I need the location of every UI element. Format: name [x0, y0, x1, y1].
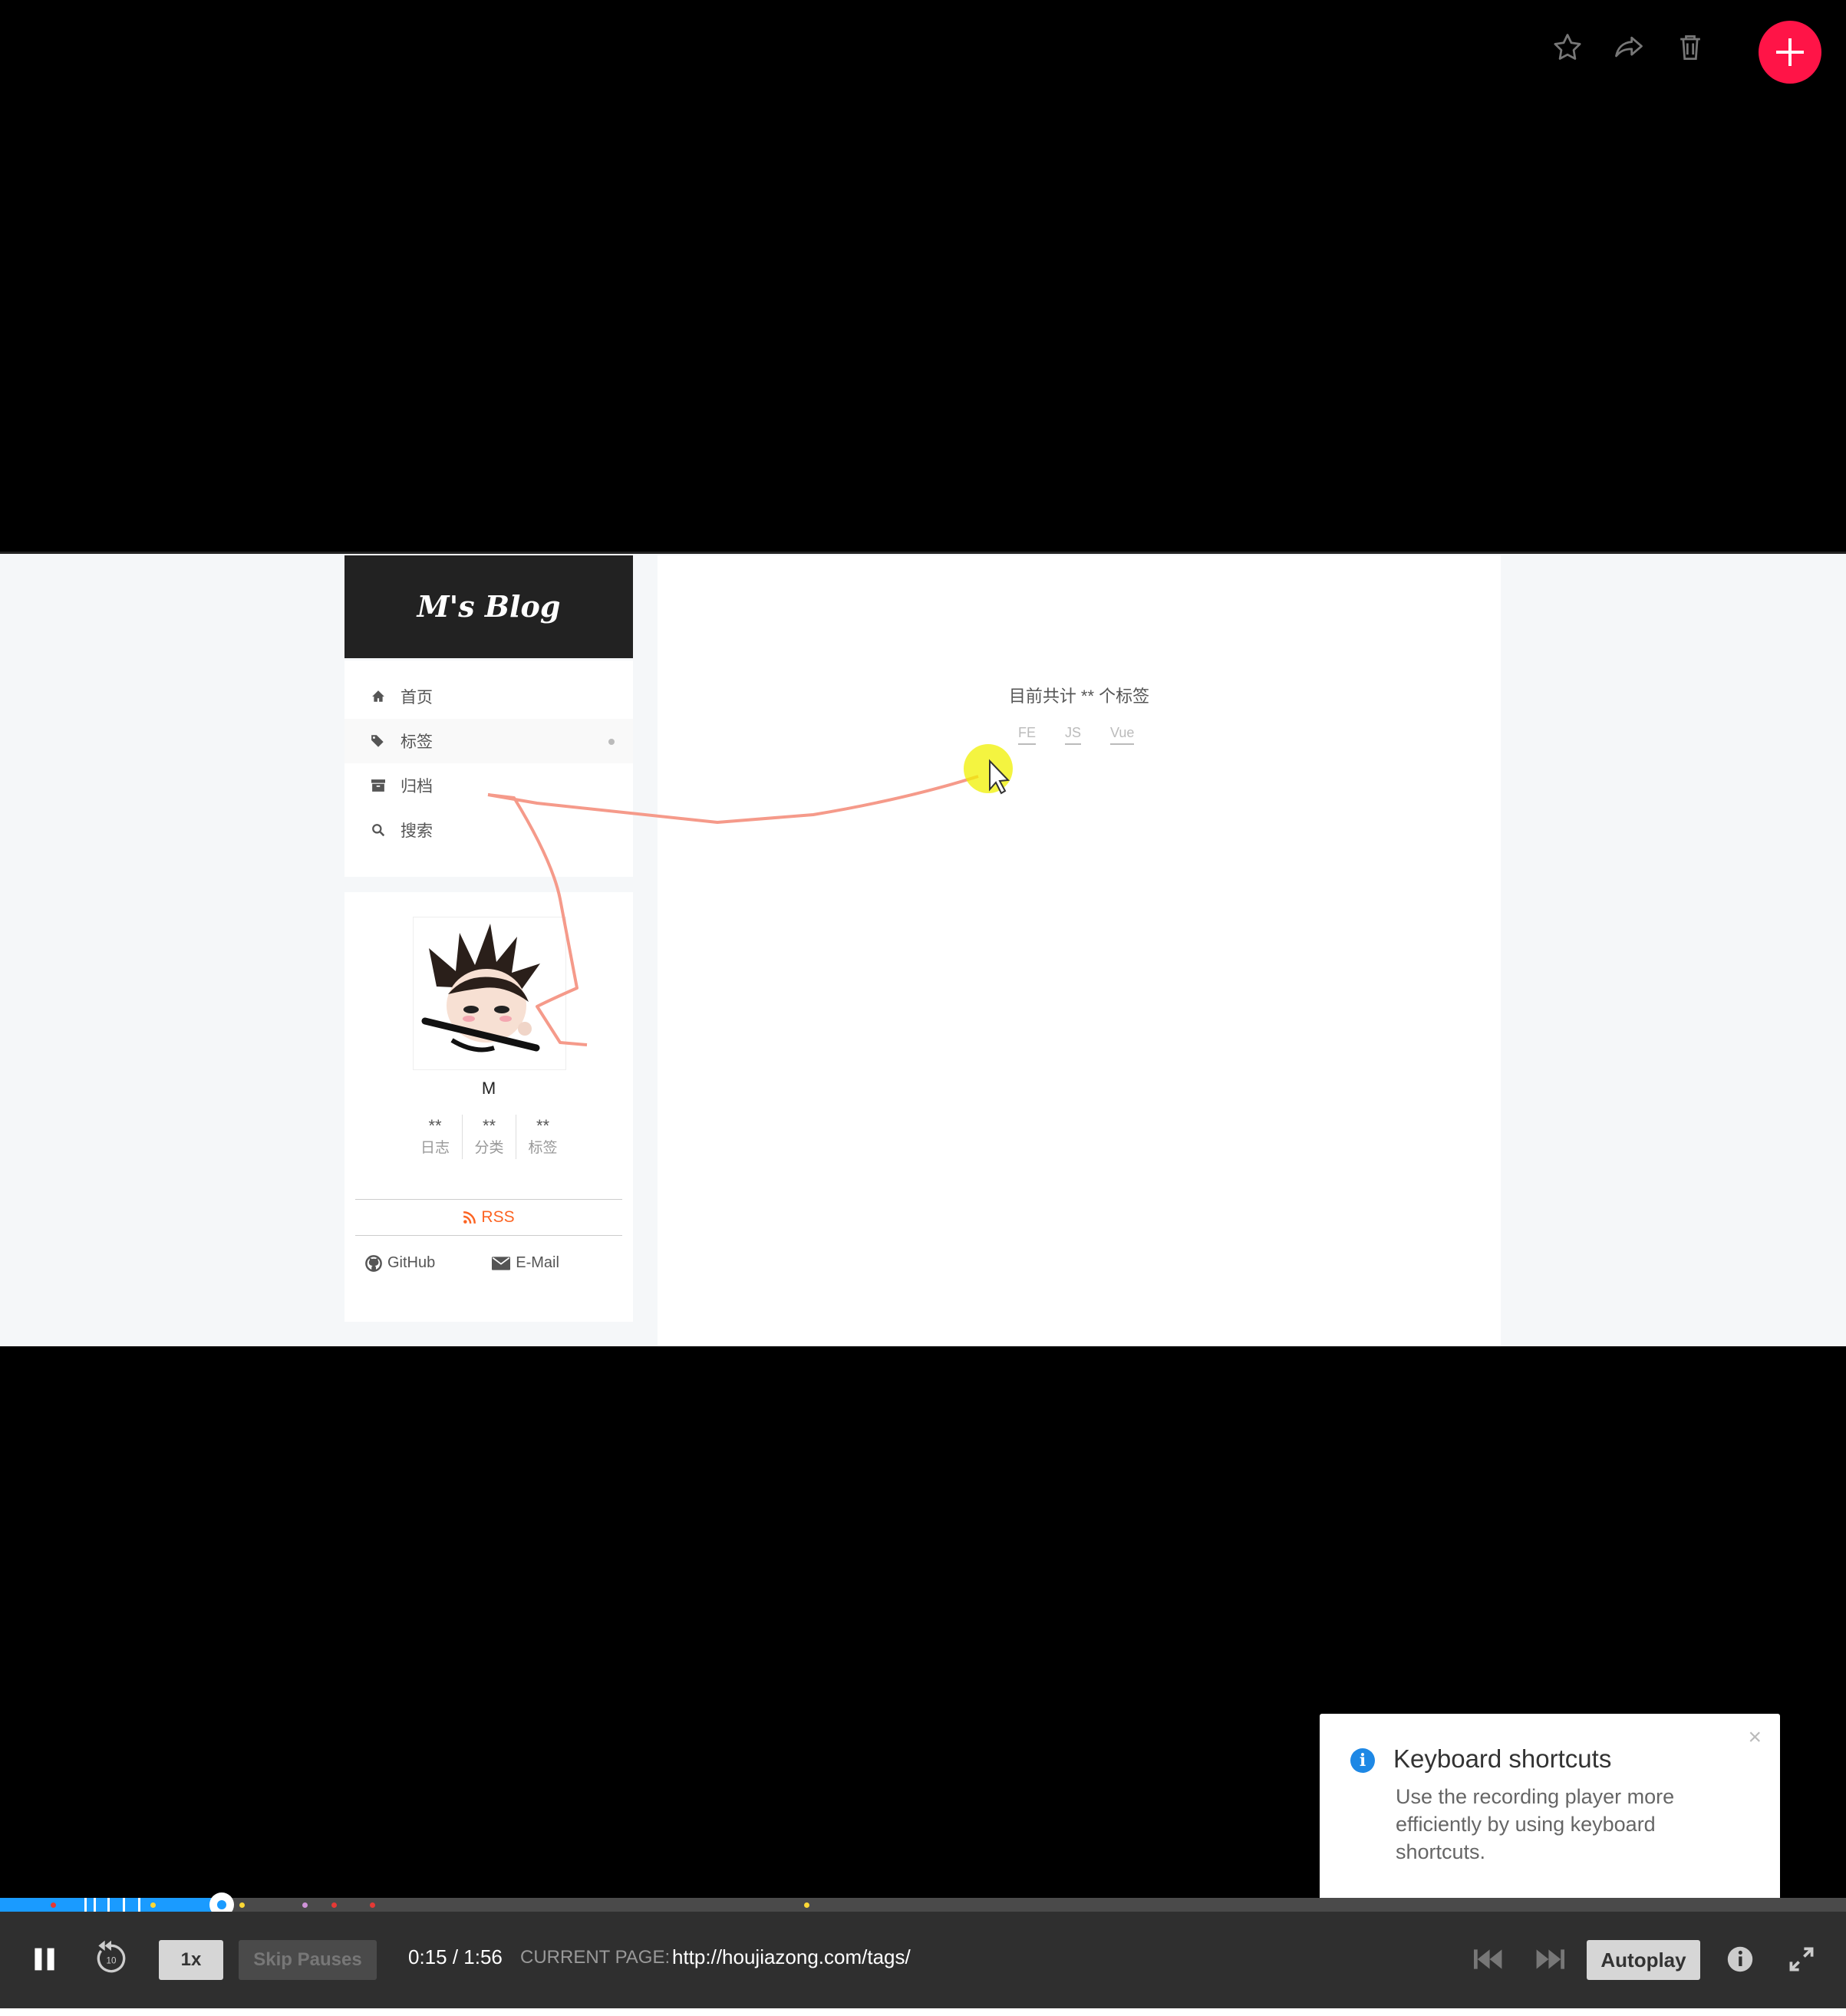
author-name: M	[481, 1079, 496, 1098]
current-page-url[interactable]: http://houjiazong.com/tags/	[672, 1945, 911, 1969]
previous-session-button[interactable]	[1473, 1944, 1504, 1975]
timeline-event-tick	[107, 1898, 110, 1912]
notice-body: Use the recording player more efficientl…	[1396, 1785, 1675, 1863]
timeline-marker[interactable]	[150, 1902, 156, 1908]
blog-brand[interactable]: M's Blog	[344, 555, 633, 658]
current-page-label: CURRENT PAGE:	[520, 1947, 671, 1968]
archive-icon	[370, 777, 387, 794]
menu-item-tags[interactable]: 标签	[344, 719, 633, 763]
tag-count-title: 目前共计 ** 个标签	[1008, 687, 1150, 706]
github-icon	[365, 1254, 382, 1272]
expand-icon	[1789, 1947, 1814, 1972]
bottom-strip	[0, 2008, 1846, 2016]
email-link[interactable]: E-Mail	[492, 1254, 559, 1272]
author-profile: M ** 日志 ** 分类 ** 标签 RSS GitHub E-Mail	[344, 892, 633, 1322]
avatar	[413, 917, 566, 1070]
timeline-event-tick	[94, 1898, 96, 1912]
timeline-event-tick	[123, 1898, 125, 1912]
tag-link[interactable]: JS	[1065, 725, 1082, 745]
menu-item-search[interactable]: 搜索	[344, 808, 633, 852]
tag-cloud: FE JS Vue	[1018, 725, 1163, 745]
rss-link[interactable]: RSS	[355, 1199, 622, 1236]
rewind-10-button[interactable]: 10	[91, 1938, 132, 1979]
playback-time: 0:15 / 1:56	[408, 1945, 503, 1968]
fullscreen-button[interactable]	[1788, 1945, 1815, 1973]
timeline-marker[interactable]	[239, 1902, 245, 1908]
stat-value: **	[428, 1116, 442, 1135]
timeline-marker[interactable]	[804, 1902, 809, 1908]
skip-pauses-button[interactable]: Skip Pauses	[239, 1940, 377, 1980]
menu-item-label: 归档	[401, 778, 433, 796]
autoplay-button[interactable]: Autoplay	[1587, 1940, 1700, 1980]
notice-title: Keyboard shortcuts	[1393, 1744, 1612, 1773]
timeline-progress	[0, 1898, 222, 1912]
skip-back-icon	[1474, 1949, 1502, 1969]
close-icon[interactable]: ×	[1748, 1724, 1762, 1751]
main-content: 目前共计 ** 个标签 FE JS Vue	[658, 555, 1501, 1346]
info-icon: i	[1350, 1748, 1375, 1773]
tag-link[interactable]: FE	[1018, 725, 1037, 745]
keyboard-shortcuts-notice: i Keyboard shortcuts Use the recording p…	[1320, 1714, 1780, 1924]
info-button[interactable]	[1726, 1945, 1754, 1973]
trash-icon[interactable]	[1673, 31, 1707, 64]
skip-forward-icon	[1536, 1949, 1564, 1969]
stat-categories[interactable]: ** 分类	[462, 1115, 516, 1159]
timeline-event-tick	[138, 1898, 140, 1912]
playback-timeline[interactable]	[0, 1892, 1846, 1917]
stat-value: **	[536, 1116, 550, 1135]
pause-button[interactable]	[29, 1942, 60, 1976]
next-session-button[interactable]	[1534, 1944, 1565, 1975]
menu-item-label: 首页	[401, 689, 433, 707]
social-links: GitHub E-Mail	[365, 1254, 618, 1272]
menu-item-archive[interactable]: 归档	[344, 763, 633, 808]
recording-viewport: M's Blog 首页 标签 归档 搜索 M ** 日志 ** 分类 ** 标签…	[0, 552, 1846, 1346]
rewind-seconds: 10	[107, 1956, 117, 1966]
speed-button[interactable]: 1x	[159, 1940, 223, 1980]
menu-item-label: 搜索	[401, 822, 433, 840]
timeline-marker[interactable]	[370, 1902, 375, 1908]
menu-item-label: 标签	[401, 733, 433, 751]
search-icon	[370, 822, 387, 838]
active-indicator-dot	[608, 739, 615, 745]
star-icon[interactable]	[1551, 31, 1584, 64]
pause-icon	[35, 1948, 54, 1971]
stat-label: 分类	[474, 1140, 504, 1156]
timeline-marker[interactable]	[51, 1902, 56, 1908]
envelope-icon	[492, 1256, 511, 1270]
stat-posts[interactable]: ** 日志	[408, 1115, 462, 1159]
email-label: E-Mail	[516, 1254, 559, 1271]
stat-value: **	[482, 1116, 496, 1135]
info-circle-icon	[1727, 1946, 1753, 1972]
rss-label: RSS	[481, 1208, 515, 1226]
timeline-marker[interactable]	[302, 1902, 308, 1908]
rss-icon	[463, 1211, 476, 1224]
tags-icon	[370, 733, 387, 749]
stat-tags[interactable]: ** 标签	[516, 1115, 569, 1159]
share-icon[interactable]	[1612, 31, 1646, 64]
tag-link[interactable]: Vue	[1110, 725, 1135, 745]
stat-label: 标签	[528, 1140, 558, 1156]
add-button[interactable]	[1759, 21, 1821, 84]
player-controls: 10 1x Skip Pauses 0:15 / 1:56 CURRENT PA…	[0, 1912, 1846, 2008]
stat-label: 日志	[420, 1140, 450, 1156]
github-label: GitHub	[387, 1254, 436, 1271]
site-stats: ** 日志 ** 分类 ** 标签	[408, 1115, 569, 1159]
timeline-marker[interactable]	[331, 1902, 337, 1908]
rewind-icon: 10	[97, 1940, 126, 1973]
github-link[interactable]: GitHub	[365, 1254, 435, 1272]
timeline-event-tick	[84, 1898, 87, 1912]
home-icon	[370, 688, 387, 705]
